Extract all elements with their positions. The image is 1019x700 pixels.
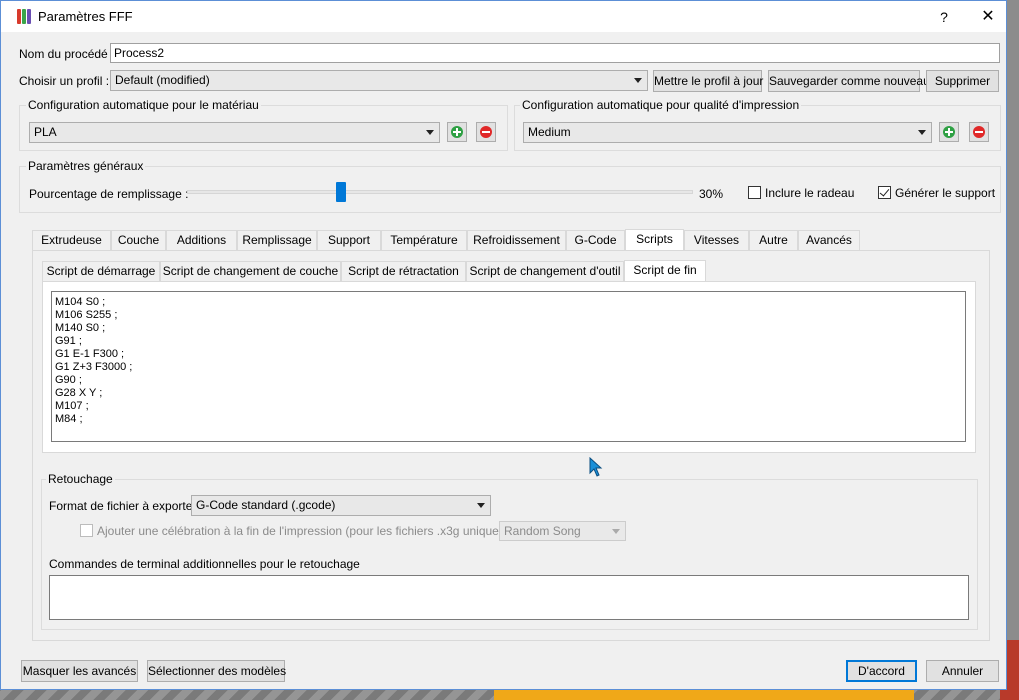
script-line: G1 E-1 F300 ; xyxy=(55,348,125,360)
profile-select[interactable]: Default (modified) xyxy=(110,70,648,91)
tab-couche[interactable]: Couche xyxy=(111,230,166,251)
tab-refroidissement[interactable]: Refroidissement xyxy=(467,230,566,251)
tab-scripts[interactable]: Scripts xyxy=(625,229,684,252)
script-line: G1 Z+3 F3000 ; xyxy=(55,361,133,373)
tab-support[interactable]: Support xyxy=(317,230,381,251)
cancel-button[interactable]: Annuler xyxy=(926,660,999,682)
song-select-value: Random Song xyxy=(504,524,581,538)
raft-checkbox[interactable] xyxy=(748,186,761,199)
export-format-value: G-Code standard (.gcode) xyxy=(196,498,336,512)
export-format-label: Format de fichier à exporter xyxy=(49,499,197,513)
retouch-group-title: Retouchage xyxy=(46,472,115,486)
tab-extrudeuse[interactable]: Extrudeuse xyxy=(32,230,111,251)
subtab-5[interactable]: Script de fin xyxy=(624,260,706,283)
tab-autre[interactable]: Autre xyxy=(749,230,798,251)
plus-circle-icon xyxy=(451,126,463,138)
infill-value: 30% xyxy=(699,187,724,201)
ok-button[interactable]: D'accord xyxy=(846,660,917,682)
material-select-value: PLA xyxy=(34,125,57,139)
hide-advanced-button[interactable]: Masquer les avancés xyxy=(21,660,138,682)
delete-profile-button[interactable]: Supprimer xyxy=(926,70,999,92)
tab-remplissage[interactable]: Remplissage xyxy=(237,230,317,251)
infill-slider-handle[interactable] xyxy=(336,182,346,202)
chevron-down-icon xyxy=(426,130,434,135)
minus-circle-icon xyxy=(973,126,985,138)
tab-avanc-s[interactable]: Avancés xyxy=(798,230,860,251)
update-profile-button[interactable]: Mettre le profil à jour xyxy=(653,70,763,92)
celebration-label: Ajouter une célébration à la fin de l'im… xyxy=(97,524,530,538)
select-models-button[interactable]: Sélectionner des modèles xyxy=(147,660,286,682)
tab-additions[interactable]: Additions xyxy=(166,230,237,251)
script-line: M104 S0 ; xyxy=(55,296,106,308)
add-material-button[interactable] xyxy=(447,122,467,142)
script-line: M107 ; xyxy=(55,400,89,412)
end-script-editor[interactable]: M104 S0 ; M106 S255 ; M140 S0 ; G91 ; G1 E-1… xyxy=(51,291,966,442)
quality-group-title: Configuration automatique pour qualité d… xyxy=(520,98,802,112)
script-line: G28 X Y ; xyxy=(55,387,103,399)
quality-select-value: Medium xyxy=(528,125,571,139)
chevron-down-icon xyxy=(612,529,620,534)
title-bar: Paramètres FFF ? ✕ xyxy=(1,1,1006,32)
chevron-down-icon xyxy=(477,503,485,508)
general-settings-title: Paramètres généraux xyxy=(26,159,146,173)
minus-circle-icon xyxy=(480,126,492,138)
profile-select-value: Default (modified) xyxy=(115,73,210,87)
mouse-pointer-icon xyxy=(589,457,603,477)
check-icon xyxy=(879,186,890,197)
support-label: Générer le support xyxy=(895,186,996,200)
close-button[interactable]: ✕ xyxy=(969,5,1007,29)
subtab-3[interactable]: Script de rétractation xyxy=(341,261,466,282)
script-line: M84 ; xyxy=(55,413,83,425)
script-line: M106 S255 ; xyxy=(55,309,118,321)
tab-g-code[interactable]: G-Code xyxy=(566,230,625,251)
settings-dialog: Paramètres FFF ? ✕ Nom du procédé : Proc… xyxy=(0,0,1007,690)
terminal-commands-input[interactable] xyxy=(49,575,969,620)
script-line: G90 ; xyxy=(55,374,82,386)
remove-material-button[interactable] xyxy=(476,122,496,142)
material-group-title: Configuration automatique pour le matéri… xyxy=(26,98,261,112)
celebration-checkbox[interactable] xyxy=(80,524,93,537)
script-line: M140 S0 ; xyxy=(55,322,106,334)
tab-vitesses[interactable]: Vitesses xyxy=(684,230,749,251)
terminal-commands-label: Commandes de terminal additionnelles pou… xyxy=(49,557,360,571)
chevron-down-icon xyxy=(634,78,642,83)
save-as-new-button[interactable]: Sauvegarder comme nouveau xyxy=(768,70,930,92)
slicer-app-icon xyxy=(17,9,31,24)
add-quality-button[interactable] xyxy=(939,122,959,142)
plus-circle-icon xyxy=(943,126,955,138)
script-line: G91 ; xyxy=(55,335,82,347)
material-select[interactable]: PLA xyxy=(29,122,440,143)
infill-slider[interactable] xyxy=(187,190,693,194)
chevron-down-icon xyxy=(918,130,926,135)
infill-label: Pourcentage de remplissage : xyxy=(29,187,189,201)
subtab-1[interactable]: Script de démarrage xyxy=(42,261,160,282)
tab-temp-rature[interactable]: Température xyxy=(381,230,467,251)
process-name-input[interactable]: Process2 xyxy=(110,43,1000,63)
subtab-4[interactable]: Script de changement d'outil xyxy=(466,261,624,282)
support-checkbox[interactable] xyxy=(878,186,891,199)
window-title: Paramètres FFF xyxy=(38,9,133,24)
export-format-select[interactable]: G-Code standard (.gcode) xyxy=(191,495,491,516)
song-select[interactable]: Random Song xyxy=(499,521,626,541)
help-button[interactable]: ? xyxy=(929,5,959,29)
remove-quality-button[interactable] xyxy=(969,122,989,142)
raft-label: Inclure le radeau xyxy=(765,186,855,200)
subtab-2[interactable]: Script de changement de couche xyxy=(160,261,341,282)
process-name-label: Nom du procédé : xyxy=(19,47,115,61)
quality-select[interactable]: Medium xyxy=(523,122,932,143)
profile-label: Choisir un profil : xyxy=(19,74,110,88)
